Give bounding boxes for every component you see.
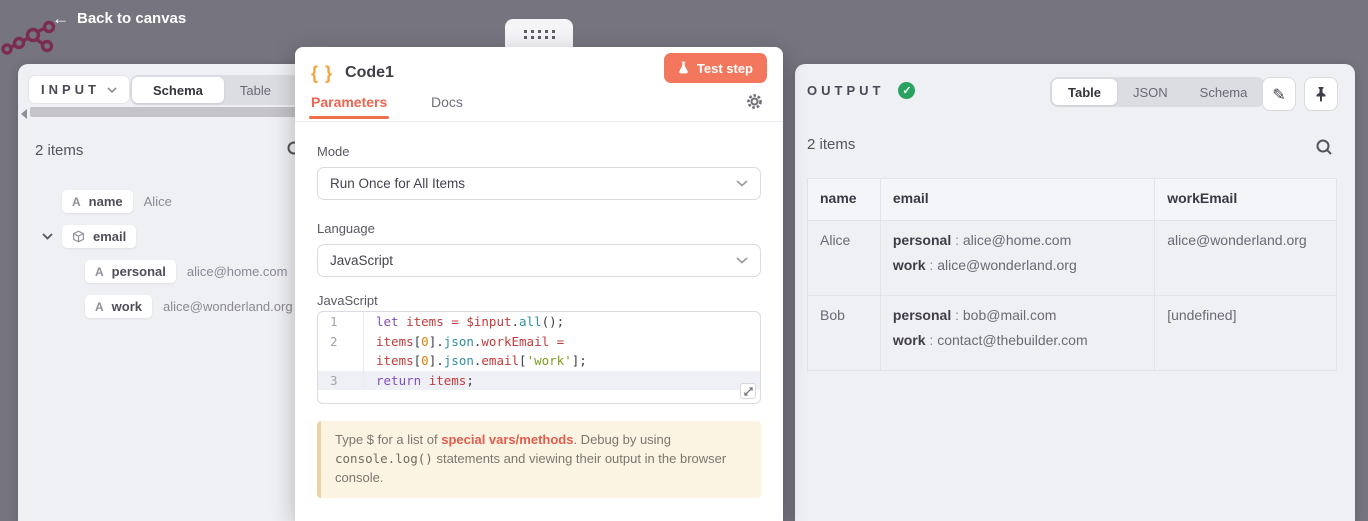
code-line: 2items[0].json.workEmail = (318, 332, 760, 352)
code-node-icon: { } (311, 63, 333, 84)
chevron-down-icon (736, 180, 748, 187)
cell-name: Alice (808, 221, 881, 296)
schema-key-personal[interactable]: A personal (85, 260, 176, 283)
output-tab-schema[interactable]: Schema (1184, 79, 1264, 105)
editor-expand-button[interactable] (740, 383, 756, 399)
expand-icon (744, 387, 753, 396)
flask-icon (678, 61, 689, 75)
output-panel: OUTPUT ✓ Table JSON Schema ✎ 2 items nam… (795, 64, 1355, 521)
pin-data-button[interactable] (1304, 77, 1338, 111)
output-tab-json[interactable]: JSON (1117, 79, 1184, 105)
chevron-down-icon (736, 257, 748, 264)
string-type-icon: A (72, 195, 81, 209)
string-type-icon: A (95, 300, 104, 314)
column-header-workEmail: workEmail (1155, 179, 1337, 221)
pencil-icon: ✎ (1272, 85, 1285, 104)
special-vars-link[interactable]: special vars/methods (441, 432, 573, 447)
code-line: items[0].json.email['work']; (318, 351, 760, 371)
input-items-count: 2 items (35, 142, 83, 159)
input-selector-button[interactable]: INPUT (28, 75, 130, 104)
output-panel-title: OUTPUT (807, 83, 884, 98)
modal-drag-handle[interactable] (505, 19, 573, 49)
n8n-logo-icon (0, 20, 58, 60)
node-settings-button[interactable] (746, 93, 763, 110)
code-line-active: 3return items; (318, 371, 760, 391)
code-node-modal: { } Code1 Test step Parameters Docs Mode… (295, 47, 783, 521)
scroll-left-arrow-icon[interactable] (21, 109, 27, 119)
schema-value: Alice (144, 194, 172, 209)
modal-tabs: Parameters Docs (295, 94, 783, 122)
node-title[interactable]: Code1 (345, 64, 394, 82)
cell-email: personal : bob@mail.com work : contact@t… (880, 296, 1154, 371)
input-panel-title: INPUT (41, 82, 100, 97)
edit-output-button[interactable]: ✎ (1262, 77, 1296, 111)
cell-workEmail: alice@wonderland.org (1155, 221, 1337, 296)
column-header-email: email (880, 179, 1154, 221)
back-arrow-icon: ← (52, 10, 69, 27)
gear-icon (746, 93, 763, 110)
language-select[interactable]: JavaScript (317, 244, 761, 277)
output-table-header-row: name email workEmail (808, 179, 1337, 221)
editor-label: JavaScript (317, 293, 378, 308)
table-row[interactable]: Alice personal : alice@home.com work : a… (808, 221, 1337, 296)
tab-docs[interactable]: Docs (431, 94, 463, 110)
cell-workEmail-undefined: [undefined] (1155, 296, 1337, 371)
cell-email: personal : alice@home.com work : alice@w… (880, 221, 1154, 296)
mode-select[interactable]: Run Once for All Items (317, 167, 761, 200)
column-header-name: name (808, 179, 881, 221)
back-to-canvas-button[interactable]: ← Back to canvas (52, 10, 186, 27)
chevron-down-icon (107, 87, 117, 93)
test-step-button[interactable]: Test step (664, 53, 767, 83)
code-line: 1let items = $input.all(); (318, 312, 760, 332)
output-search-icon[interactable] (1315, 138, 1333, 156)
object-type-icon (72, 230, 85, 243)
schema-value: alice@wonderland.org (163, 299, 293, 314)
cell-name: Bob (808, 296, 881, 371)
collapse-chevron-icon[interactable] (42, 233, 53, 240)
table-row[interactable]: Bob personal : bob@mail.com work : conta… (808, 296, 1337, 371)
output-tab-table[interactable]: Table (1052, 79, 1117, 105)
string-type-icon: A (95, 265, 104, 279)
output-items-count: 2 items (807, 136, 855, 153)
output-table: name email workEmail Alice personal : al… (807, 178, 1337, 371)
schema-value: alice@home.com (187, 264, 288, 279)
schema-key-name[interactable]: A name (62, 190, 133, 213)
drag-dots-icon (524, 30, 555, 39)
schema-key-email[interactable]: email (62, 225, 136, 248)
ndv-overlay: ← Back to canvas INPUT Schema Table JSON… (0, 0, 1368, 521)
tab-parameters[interactable]: Parameters (311, 94, 387, 110)
pin-icon (1314, 86, 1328, 102)
code-editor[interactable]: 1let items = $input.all(); 2items[0].jso… (317, 311, 761, 404)
success-check-icon: ✓ (898, 82, 915, 99)
input-tab-table[interactable]: Table (224, 77, 287, 103)
input-tab-schema[interactable]: Schema (132, 77, 224, 103)
back-label: Back to canvas (77, 10, 186, 27)
output-view-tabs: Table JSON Schema (1050, 77, 1265, 107)
schema-key-work[interactable]: A work (85, 295, 152, 318)
editor-hint-callout: Type $ for a list of special vars/method… (317, 421, 761, 498)
language-label: Language (317, 221, 375, 236)
mode-label: Mode (317, 144, 350, 159)
